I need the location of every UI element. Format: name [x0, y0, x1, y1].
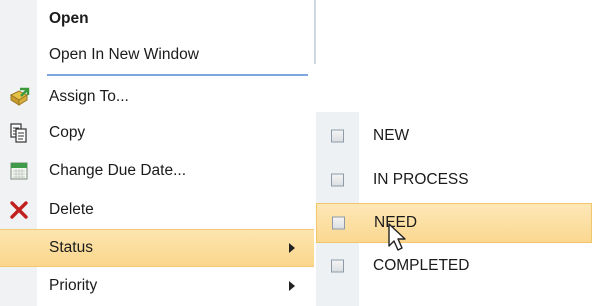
submenu-arrow-icon — [289, 243, 295, 253]
status-option-new-label: NEW — [373, 127, 410, 144]
menu-item-open-label: Open — [49, 10, 89, 27]
menu-item-open-in-new-window[interactable]: Open In New Window — [0, 36, 314, 74]
menu-item-open[interactable]: Open — [0, 0, 314, 38]
status-submenu: NEW IN PROCESS NEED COMPLETED — [316, 112, 593, 306]
assign-icon — [8, 86, 30, 108]
menu-item-priority[interactable]: Priority — [0, 267, 314, 305]
menu-item-change-due-date[interactable]: Change Due Date... — [0, 152, 314, 190]
status-option-new[interactable]: NEW — [316, 116, 592, 156]
status-option-completed[interactable]: COMPLETED — [316, 246, 592, 286]
menu-item-status-label: Status — [49, 239, 93, 256]
context-menu: Open Open In New Window Assign To... Cop… — [0, 0, 316, 306]
menu-item-copy[interactable]: Copy — [0, 114, 314, 152]
status-option-in-process[interactable]: IN PROCESS — [316, 160, 592, 200]
status-option-completed-label: COMPLETED — [373, 257, 470, 274]
status-option-in-process-label: IN PROCESS — [373, 171, 469, 188]
checkbox-icon[interactable] — [331, 129, 344, 143]
checkbox-icon[interactable] — [332, 216, 345, 230]
delete-icon — [8, 199, 30, 221]
menu-item-assign-to-label: Assign To... — [49, 88, 129, 105]
menu-border — [314, 0, 316, 64]
menu-item-delete[interactable]: Delete — [0, 191, 314, 229]
menu-item-change-due-date-label: Change Due Date... — [49, 162, 187, 179]
menu-separator — [47, 74, 308, 76]
menu-item-status[interactable]: Status — [0, 229, 314, 267]
copy-icon — [8, 122, 30, 144]
mouse-pointer-icon — [388, 223, 406, 251]
menu-item-priority-label: Priority — [49, 277, 98, 294]
menu-item-copy-label: Copy — [49, 124, 86, 141]
calendar-icon — [8, 160, 30, 182]
submenu-arrow-icon — [289, 281, 295, 291]
menu-item-assign-to[interactable]: Assign To... — [0, 78, 314, 116]
checkbox-icon[interactable] — [331, 173, 344, 187]
checkbox-icon[interactable] — [331, 259, 344, 273]
status-option-need[interactable]: NEED — [316, 203, 592, 243]
menu-item-open-in-new-window-label: Open In New Window — [49, 46, 199, 63]
menu-item-delete-label: Delete — [49, 201, 94, 218]
